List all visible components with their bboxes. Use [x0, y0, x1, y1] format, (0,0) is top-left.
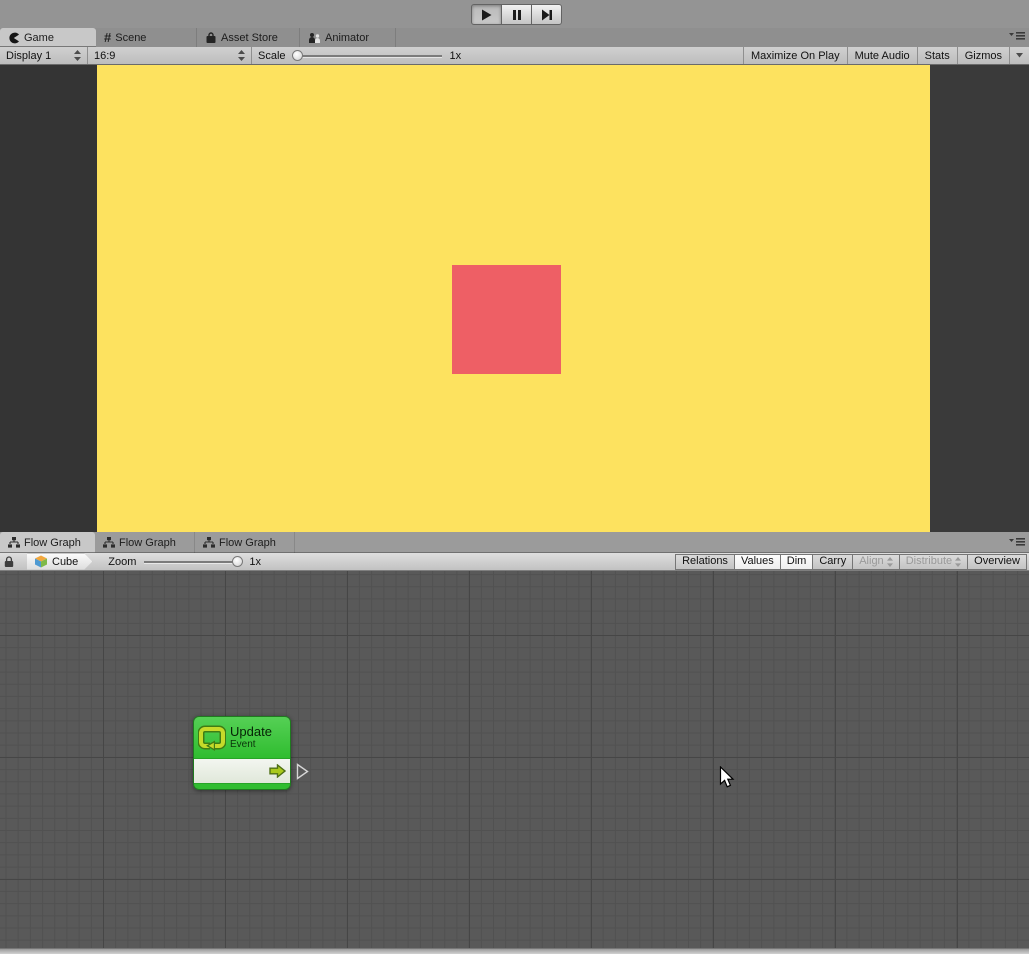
node-subtitle: Event	[230, 739, 272, 750]
button-label: Overview	[974, 554, 1020, 569]
tab-label: Asset Store	[221, 32, 278, 44]
maximize-on-play-button[interactable]: Maximize On Play	[743, 47, 847, 64]
dim-toggle[interactable]: Dim	[780, 554, 814, 570]
mute-audio-button[interactable]: Mute Audio	[847, 47, 917, 64]
game-view-area	[0, 65, 1029, 532]
button-label: Dim	[787, 554, 807, 569]
scale-value: 1x	[450, 50, 462, 62]
node-header: Update Event	[194, 717, 290, 758]
panel-menu-icon[interactable]	[1009, 31, 1025, 40]
breadcrumb[interactable]: Cube	[27, 554, 92, 570]
tab-label: Flow Graph	[24, 537, 81, 549]
aspect-dropdown-value: 16:9	[94, 50, 115, 62]
button-label: Align	[859, 554, 883, 569]
play-icon	[481, 9, 492, 21]
view-tab-bar: Game # Scene Asset Store Animator	[0, 28, 1029, 47]
zoom-label: Zoom	[108, 556, 136, 568]
cube-icon	[34, 555, 48, 568]
updown-arrows-icon	[955, 557, 961, 567]
step-icon	[541, 9, 553, 21]
step-button[interactable]	[531, 4, 562, 25]
relations-button[interactable]: Relations	[675, 554, 735, 570]
update-loop-icon	[198, 724, 226, 751]
scale-label: Scale	[258, 50, 286, 62]
breadcrumb-label: Cube	[52, 556, 78, 568]
values-toggle[interactable]: Values	[734, 554, 781, 570]
scale-control: Scale 1x	[252, 47, 743, 64]
asset-store-bag-icon	[205, 32, 217, 44]
chevron-down-icon	[1016, 53, 1023, 58]
tab-label: Flow Graph	[119, 537, 176, 549]
gizmos-caret[interactable]	[1009, 47, 1029, 64]
unity-editor-window: Game # Scene Asset Store Animator	[0, 0, 1029, 954]
node-title: Update	[230, 725, 272, 739]
game-controller-icon	[8, 32, 20, 44]
button-label: Stats	[925, 50, 950, 62]
tab-label: Flow Graph	[219, 537, 276, 549]
player-square-sprite	[452, 265, 561, 374]
updown-arrows-icon	[887, 557, 893, 567]
flow-graph-icon	[203, 537, 215, 548]
tab-scene[interactable]: # Scene	[96, 28, 197, 47]
scale-slider-knob[interactable]	[292, 50, 303, 61]
lock-toggle[interactable]	[0, 556, 19, 568]
pause-button[interactable]	[501, 4, 532, 25]
window-bottom-edge	[0, 948, 1029, 954]
animator-people-icon	[308, 32, 321, 44]
button-label: Mute Audio	[855, 50, 910, 62]
tab-animator[interactable]: Animator	[300, 28, 396, 47]
tab-flow-graph-2[interactable]: Flow Graph	[95, 532, 195, 553]
node-footer	[194, 783, 290, 790]
lock-icon	[4, 556, 14, 568]
graph-toolbar-buttons: Relations Values Dim Carry Align Distrib…	[676, 554, 1029, 570]
tab-label: Game	[24, 32, 54, 44]
graph-zoom-slider[interactable]	[144, 561, 239, 563]
overview-button[interactable]: Overview	[967, 554, 1027, 570]
flow-graph-toolbar: Cube Zoom 1x Relations Values Dim Carry …	[0, 553, 1029, 571]
node-port-row	[194, 758, 290, 783]
display-dropdown[interactable]: Display 1	[0, 47, 88, 64]
tab-asset-store[interactable]: Asset Store	[197, 28, 300, 47]
display-dropdown-value: Display 1	[6, 50, 51, 62]
graph-zoom-knob[interactable]	[232, 556, 243, 567]
carry-toggle[interactable]: Carry	[812, 554, 853, 570]
button-label: Carry	[819, 554, 846, 569]
tab-game[interactable]: Game	[0, 28, 96, 47]
play-button[interactable]	[471, 4, 502, 25]
distribute-dropdown[interactable]: Distribute	[899, 554, 968, 570]
stats-button[interactable]: Stats	[917, 47, 957, 64]
update-event-node[interactable]: Update Event	[193, 716, 291, 790]
flow-graph-canvas[interactable]: Update Event	[0, 571, 1029, 948]
updown-arrows-icon	[232, 50, 245, 61]
game-view-toolbar: Display 1 16:9 Scale 1x Maximize On Play…	[0, 47, 1029, 65]
scale-slider[interactable]	[294, 55, 442, 57]
letterbox-right	[930, 65, 1029, 532]
main-toolbar	[0, 0, 1029, 28]
port-connector-triangle[interactable]	[296, 763, 309, 780]
gizmos-dropdown[interactable]: Gizmos	[957, 47, 1009, 64]
button-label: Distribute	[906, 554, 952, 569]
panel-menu-icon[interactable]	[1009, 537, 1025, 546]
tab-label: Scene	[115, 32, 146, 44]
tab-flow-graph-1[interactable]: Flow Graph	[0, 532, 95, 553]
align-dropdown[interactable]: Align	[852, 554, 899, 570]
button-label: Values	[741, 554, 774, 569]
tab-label: Animator	[325, 32, 369, 44]
aspect-ratio-dropdown[interactable]: 16:9	[88, 47, 252, 64]
button-label: Relations	[682, 554, 728, 569]
flow-graph-icon	[8, 537, 20, 548]
scene-grid-icon: #	[104, 30, 111, 45]
button-label: Gizmos	[965, 50, 1002, 62]
tab-flow-graph-3[interactable]: Flow Graph	[195, 532, 295, 553]
game-viewport[interactable]	[97, 65, 930, 532]
updown-arrows-icon	[68, 50, 81, 61]
output-port-arrow-icon[interactable]	[269, 764, 286, 778]
mouse-cursor	[719, 766, 736, 790]
transport-controls	[471, 4, 562, 25]
zoom-value: 1x	[249, 556, 261, 568]
flow-graph-tab-bar: Flow Graph Flow Graph Flow Graph	[0, 532, 1029, 553]
flow-graph-icon	[103, 537, 115, 548]
button-label: Maximize On Play	[751, 50, 840, 62]
pause-icon	[512, 9, 522, 21]
